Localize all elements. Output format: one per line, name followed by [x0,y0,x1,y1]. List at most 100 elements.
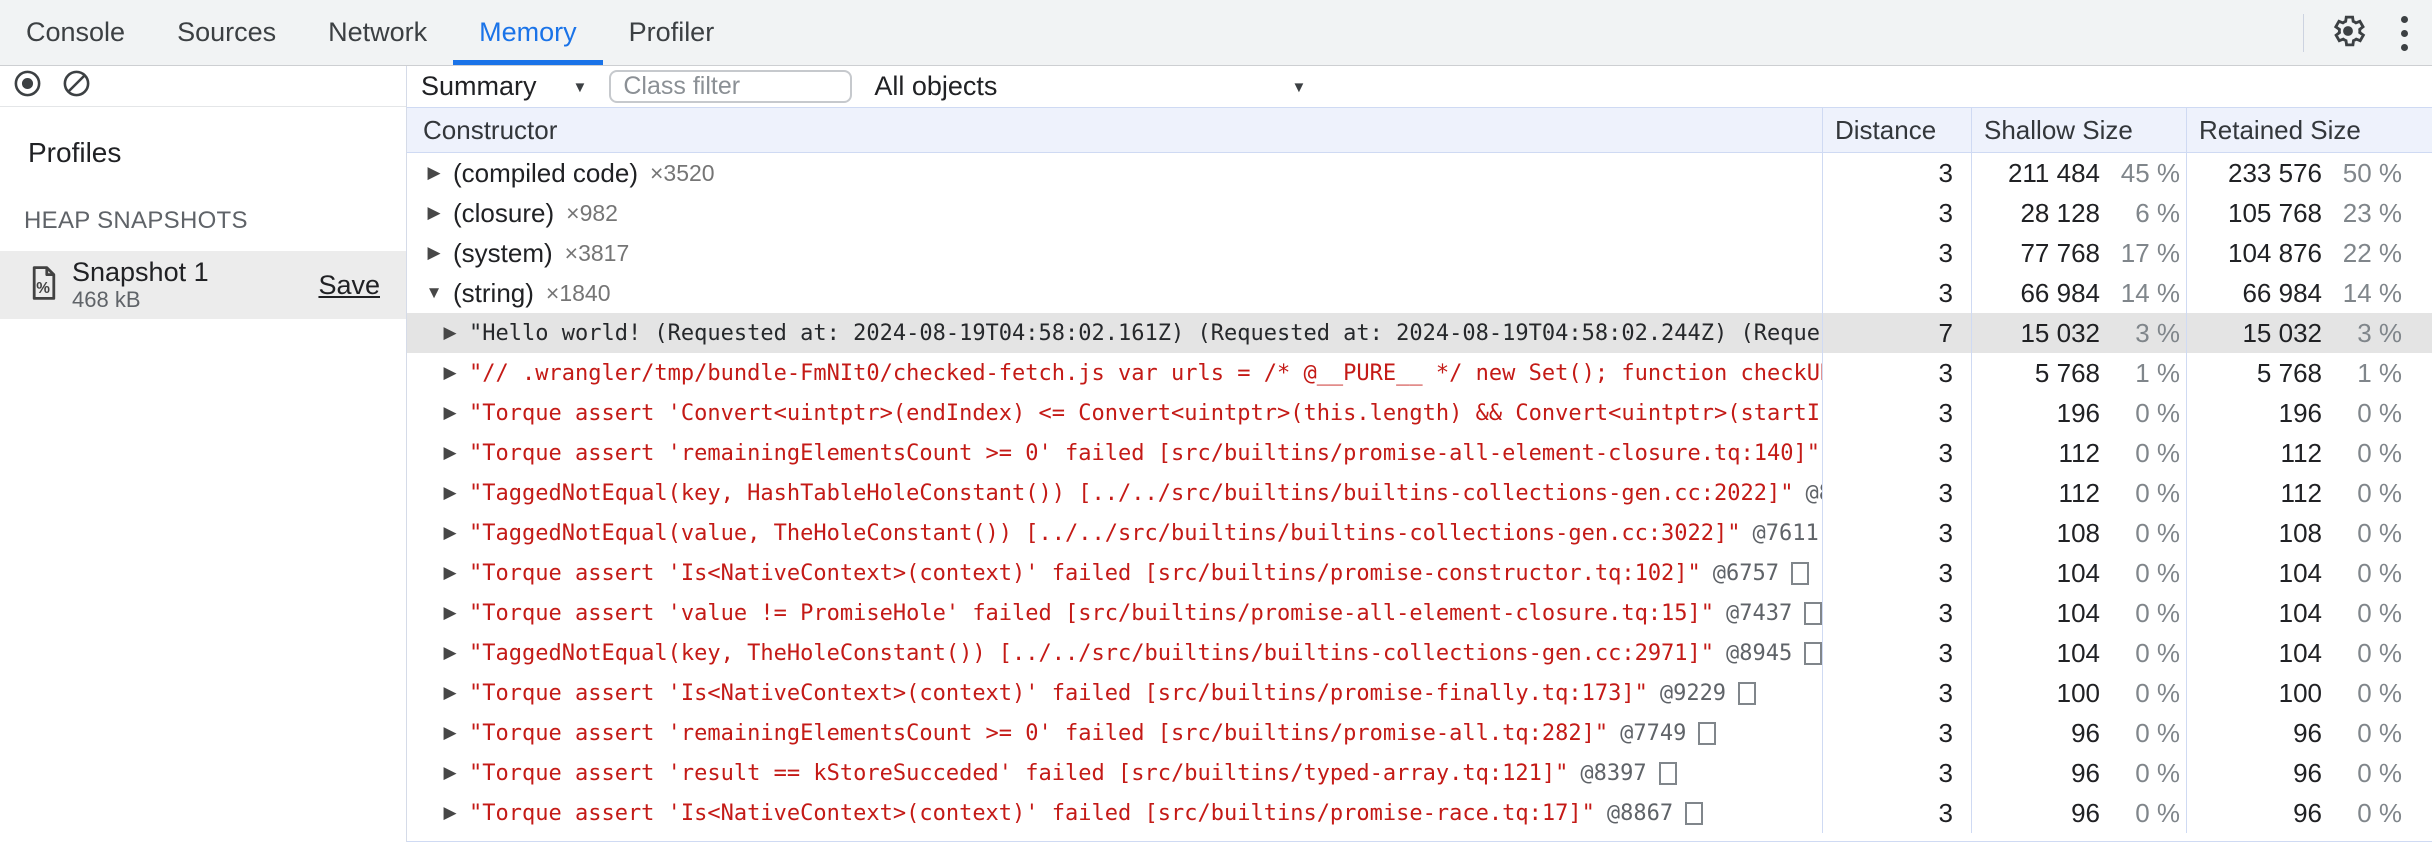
disclosure-triangle-icon[interactable]: ▶ [437,443,463,463]
disclosure-triangle-icon[interactable]: ▶ [437,323,463,343]
column-header-distance[interactable]: Distance [1822,108,1971,152]
constructor-label: "TaggedNotEqual(value, TheHoleConstant()… [469,520,1741,546]
disclosure-triangle-icon[interactable]: ▶ [437,803,463,823]
shallow-size-cell: 66 984 14 % [1971,273,2186,313]
retained-size-cell: 15 032 3 % [2186,313,2432,353]
tab-sources[interactable]: Sources [151,0,302,65]
table-row[interactable]: ▶ "Torque assert 'Convert<uintptr>(endIn… [407,393,2432,433]
shallow-size-cell: 108 0 % [1971,513,2186,553]
retained-size-percent: 0 % [2357,558,2402,588]
sidebar-item-snapshot-1[interactable]: % Snapshot 1 468 kB Save [0,251,406,319]
shallow-size-percent: 17 % [2120,238,2180,268]
disclosure-triangle-icon[interactable]: ▶ [437,563,463,583]
retained-size-value: 96 [2293,758,2322,788]
constructor-label: "Torque assert 'remainingElementsCount >… [469,440,1821,466]
column-header-shallow-size[interactable]: Shallow Size [1971,108,2186,152]
constructor-label: (compiled code) [453,157,638,188]
constructor-label: "Torque assert 'Is<NativeContext>(contex… [469,680,1648,706]
heap-snapshot-grid: Constructor Distance Shallow Size Retain… [407,107,2432,842]
retained-size-cell: 104 0 % [2186,593,2432,633]
distance-cell: 3 [1822,713,1971,753]
table-row[interactable]: ▶ "Torque assert 'Is<NativeContext>(cont… [407,793,2432,833]
settings-button[interactable] [2320,5,2376,61]
table-row[interactable]: ▶ "TaggedNotEqual(value, TheHoleConstant… [407,513,2432,553]
table-row[interactable]: ▶ (compiled code) ×3520 3 211 484 45 % 2… [407,153,2432,193]
disclosure-triangle-icon[interactable]: ▶ [437,683,463,703]
retained-size-value: 104 [2278,638,2322,668]
clear-icon [61,68,92,104]
constructor-label: (system) [453,237,553,268]
table-row[interactable]: ▶ "TaggedNotEqual(key, HashTableHoleCons… [407,473,2432,513]
shallow-size-cell: 15 032 3 % [1971,313,2186,353]
tab-profiler[interactable]: Profiler [603,0,741,65]
disclosure-triangle-icon[interactable]: ▶ [437,603,463,623]
table-row[interactable]: ▶ "// .wrangler/tmp/bundle-FmNIt0/checke… [407,353,2432,393]
table-row[interactable]: ▶ "Torque assert 'value != PromiseHole' … [407,593,2432,633]
disclosure-triangle-icon[interactable]: ▶ [421,243,447,263]
shallow-size-cell: 196 0 % [1971,393,2186,433]
table-row[interactable]: ▶ "Torque assert 'remainingElementsCount… [407,433,2432,473]
disclosure-triangle-icon[interactable]: ▶ [437,643,463,663]
shallow-size-value: 211 484 [2007,158,2100,188]
table-row[interactable]: ▶ "Torque assert 'remainingElementsCount… [407,713,2432,753]
table-row[interactable]: ▶ "Torque assert 'Is<NativeContext>(cont… [407,553,2432,593]
disclosure-triangle-icon[interactable]: ▶ [437,483,463,503]
object-id: @8867 [1606,800,1674,826]
column-header-retained-size[interactable]: Retained Size [2186,108,2432,152]
table-row[interactable]: ▶ "Hello world! (Requested at: 2024-08-1… [407,313,2432,353]
tab-network[interactable]: Network [302,0,453,65]
disclosure-triangle-icon[interactable]: ▶ [437,723,463,743]
save-snapshot-link[interactable]: Save [318,270,380,301]
disclosure-triangle-icon[interactable]: ▼ [421,283,447,303]
table-row[interactable]: ▼ (string) ×1840 3 66 984 14 % 66 984 14… [407,273,2432,313]
disclosure-triangle-icon[interactable]: ▶ [437,403,463,423]
perspective-value: Summary [421,71,537,101]
column-header-constructor[interactable]: Constructor [407,108,1822,152]
disclosure-triangle-icon[interactable]: ▶ [421,203,447,223]
shallow-size-value: 15 032 [2020,318,2100,348]
disclosure-triangle-icon[interactable]: ▶ [437,763,463,783]
object-id: @8945 [1726,640,1793,666]
shallow-size-value: 66 984 [2020,278,2100,308]
retained-size-cell: 105 768 23 % [2186,193,2432,233]
class-filter-input[interactable] [609,70,853,103]
chevron-down-icon: ▼ [1291,79,1307,96]
shallow-size-percent: 0 % [2135,758,2180,788]
objects-filter-select[interactable]: All objects ▼ [874,71,1306,102]
table-row[interactable]: ▶ "Torque assert 'Is<NativeContext>(cont… [407,673,2432,713]
table-row[interactable]: ▶ (closure) ×982 3 28 128 6 % 105 768 23… [407,193,2432,233]
constructor-cell: ▶ "Torque assert 'Is<NativeContext>(cont… [407,673,1822,713]
constructor-cell: ▶ "TaggedNotEqual(key, HashTableHoleCons… [407,473,1822,513]
retained-size-cell: 233 576 50 % [2186,153,2432,193]
shallow-size-percent: 0 % [2135,398,2180,428]
shallow-size-cell: 104 0 % [1971,553,2186,593]
distance-cell: 3 [1822,633,1971,673]
more-options-button[interactable] [2376,5,2432,61]
distance-cell: 3 [1822,673,1971,713]
table-row[interactable]: ▶ (system) ×3817 3 77 768 17 % 104 876 2… [407,233,2432,273]
constructor-cell: ▶ "Torque assert 'Is<NativeContext>(cont… [407,553,1822,593]
disclosure-triangle-icon[interactable]: ▶ [437,523,463,543]
retained-size-percent: 50 % [2342,158,2402,188]
table-row[interactable]: ▶ "TaggedNotEqual(key, TheHoleConstant()… [407,633,2432,673]
grid-header: Constructor Distance Shallow Size Retain… [407,107,2432,153]
shallow-size-percent: 0 % [2135,518,2180,548]
retained-size-percent: 0 % [2357,718,2402,748]
tab-memory[interactable]: Memory [453,0,603,65]
retained-size-percent: 0 % [2357,638,2402,668]
disclosure-triangle-icon[interactable]: ▶ [437,363,463,383]
retained-size-value: 15 032 [2242,318,2322,348]
disclosure-triangle-icon[interactable]: ▶ [421,163,447,183]
snapshot-toolbar: Summary ▼ All objects ▼ [407,66,2432,107]
tab-console[interactable]: Console [0,0,151,65]
perspective-select[interactable]: Summary ▼ [421,71,587,102]
take-snapshot-button[interactable] [12,68,43,104]
table-row[interactable]: ▶ "Torque assert 'result == kStoreSucced… [407,753,2432,793]
profiles-title: Profiles [28,137,122,168]
retained-size-cell: 96 0 % [2186,713,2432,753]
constructor-cell: ▶ (closure) ×982 [407,193,1822,233]
clear-profiles-button[interactable] [61,68,92,104]
object-id: @7437 [1726,600,1793,626]
retained-size-value: 66 984 [2242,278,2322,308]
distance-cell: 3 [1822,153,1971,193]
